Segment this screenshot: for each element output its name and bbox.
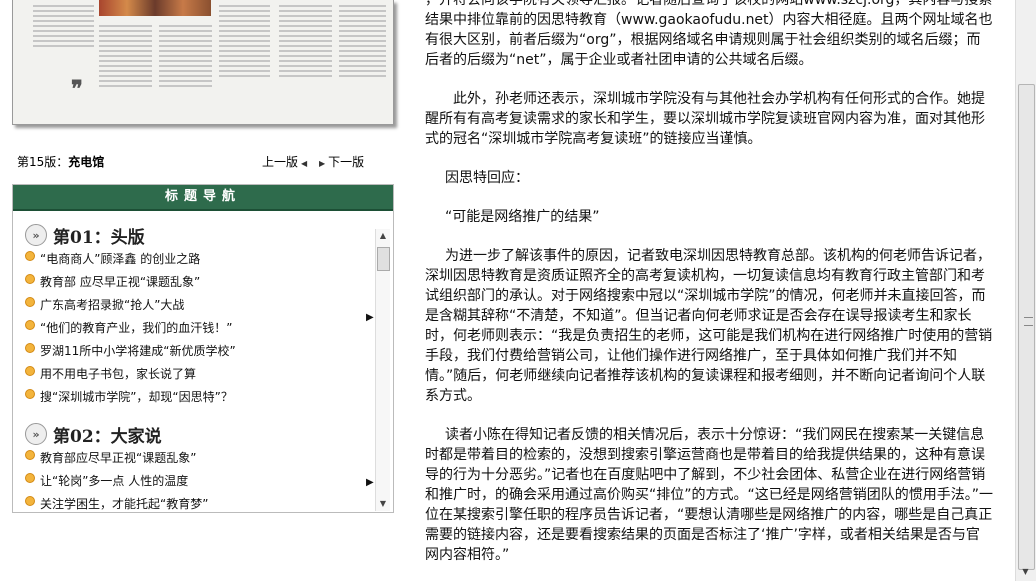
scroll-down-icon[interactable]: ▼ — [376, 497, 390, 511]
news-photo — [99, 0, 211, 16]
nav-item[interactable]: 教育部 应尽早正视“课题乱象” — [25, 270, 236, 293]
nav-item[interactable]: 教育部应尽早正视“课题乱象” — [25, 446, 208, 469]
article-paragraph: 为进一步了解该事件的原因，记者致电深圳因思特教育总部。该机构的何老师告诉记者，深… — [425, 248, 993, 404]
title-navigation-header: 标题导航 — [13, 185, 393, 211]
nav-item-label: 关注学困生，才能托起“教育梦” — [40, 497, 209, 511]
prev-page-link[interactable]: 上一版 ◀ — [262, 153, 307, 170]
article-paragraph: ，并将会向该学院有关领导汇报。”记者随后查询了该校的网站www.szcj.org… — [425, 0, 993, 68]
nav-item-label: 广东高考招录掀“抢人”大战 — [40, 298, 185, 312]
bullet-icon — [25, 296, 35, 307]
bullet-icon — [25, 495, 35, 506]
next-page-link[interactable]: ▶ 下一版 — [319, 153, 364, 170]
nav-item[interactable]: “他们的教育产业，我们的血汗钱！” — [25, 316, 236, 339]
nav-item[interactable]: “电商商人”顾泽鑫 的创业之路 — [25, 247, 236, 270]
nav-item-label: 教育部应尽早正视“课题乱象” — [40, 451, 197, 465]
title-navigation-panel: 标题导航 » 第01：头版 “电商商人”顾泽鑫 的创业之路 教育部 应尽早正视“… — [12, 184, 394, 513]
nav-section-header[interactable]: » 第01：头版 — [25, 223, 236, 248]
nav-item-label: “电商商人”顾泽鑫 的创业之路 — [40, 252, 201, 266]
page-scrollbar[interactable]: ▼ — [1015, 0, 1036, 581]
bullet-icon — [25, 319, 35, 330]
bullet-icon — [25, 449, 35, 460]
bullet-icon — [25, 342, 35, 353]
quote-mark-icon: ❞ — [71, 76, 83, 102]
article-paragraph: 读者小陈在得知记者反馈的相关情况后，表示十分惊讶：“我们网民在搜索某一关键信息时… — [425, 427, 994, 563]
grip-icon — [1024, 317, 1033, 326]
nav-item[interactable]: 搜“深圳城市学院”，却现“因思特”？ — [25, 385, 236, 408]
scrollbar-thumb[interactable] — [377, 247, 390, 271]
nav-section: » 第02：大家说 教育部应尽早正视“课题乱象” 让“轮岗”多一点 人性的温度 … — [25, 422, 209, 512]
caret-left-icon: ◀ — [301, 159, 308, 168]
nav-section: » 第01：头版 “电商商人”顾泽鑫 的创业之路 教育部 应尽早正视“课题乱象”… — [25, 223, 236, 408]
article-subheading: 因思特回应： — [445, 170, 529, 186]
expand-arrow-icon[interactable]: ▶ — [366, 312, 374, 323]
section-title: 第01：头版 — [53, 227, 145, 248]
page-scrollbar-thumb[interactable] — [1018, 84, 1035, 570]
page-name: 充电馆 — [68, 155, 105, 169]
caret-right-icon: ▶ — [319, 159, 326, 168]
nav-item-label: 罗湖11所中小学将建成“新优质学校” — [40, 344, 236, 358]
page-text-column — [33, 2, 97, 50]
nav-item[interactable]: 让“轮岗”多一点 人性的温度 — [25, 469, 208, 492]
nav-item-label: “他们的教育产业，我们的血汗钱！” — [40, 321, 233, 335]
scroll-up-icon[interactable]: ▲ — [376, 229, 390, 243]
nav-item[interactable]: 广东高考招录掀“抢人”大战 — [25, 293, 236, 316]
double-chevron-icon: » — [25, 224, 47, 246]
page-text-column — [279, 2, 335, 80]
page-pager: 第15版：充电馆 上一版 ◀ ▶ 下一版 — [17, 152, 372, 170]
double-chevron-icon: » — [25, 423, 47, 445]
article-subheading: “可能是网络推广的结果” — [445, 209, 600, 225]
page-text-column — [99, 22, 155, 90]
article-paragraph: 此外，孙老师还表示，深圳城市学院没有与其他社会办学机构有任何形式的合作。她提醒所… — [425, 91, 985, 147]
page-text-column — [159, 22, 215, 90]
nav-scrollbar[interactable]: ▲ ▼ — [375, 229, 390, 511]
expand-arrow-icon[interactable]: ▶ — [366, 477, 374, 488]
prev-page-label: 上一版 — [262, 155, 299, 169]
bullet-icon — [25, 388, 35, 399]
page-text-column — [339, 2, 389, 80]
article-body: ，并将会向该学院有关领导汇报。”记者随后查询了该校的网站www.szcj.org… — [425, 0, 995, 581]
nav-item-label: 让“轮岗”多一点 人性的温度 — [40, 474, 189, 488]
next-page-label: 下一版 — [328, 155, 365, 169]
page-number: 第15版： — [17, 155, 69, 169]
bullet-icon — [25, 250, 35, 261]
section-title: 第02：大家说 — [53, 426, 162, 447]
nav-item-label: 搜“深圳城市学院”，却现“因思特”？ — [40, 390, 233, 404]
bullet-icon — [25, 472, 35, 483]
nav-item-label: 用不用电子书包，家长说了算 — [40, 367, 197, 381]
page-text-column — [219, 2, 273, 80]
current-page-label: 第15版：充电馆 — [17, 153, 104, 170]
nav-item[interactable]: 罗湖11所中小学将建成“新优质学校” — [25, 339, 236, 362]
nav-item[interactable]: 用不用电子书包，家长说了算 — [25, 362, 236, 385]
newspaper-page-thumbnail[interactable]: ❞ — [12, 0, 394, 125]
nav-item-label: 教育部 应尽早正视“课题乱象” — [40, 275, 201, 289]
scroll-down-icon[interactable]: ▼ — [1016, 567, 1035, 581]
bullet-icon — [25, 365, 35, 376]
nav-item[interactable]: 关注学困生，才能托起“教育梦” — [25, 492, 209, 512]
nav-section-header[interactable]: » 第02：大家说 — [25, 422, 208, 447]
bullet-icon — [25, 273, 35, 284]
